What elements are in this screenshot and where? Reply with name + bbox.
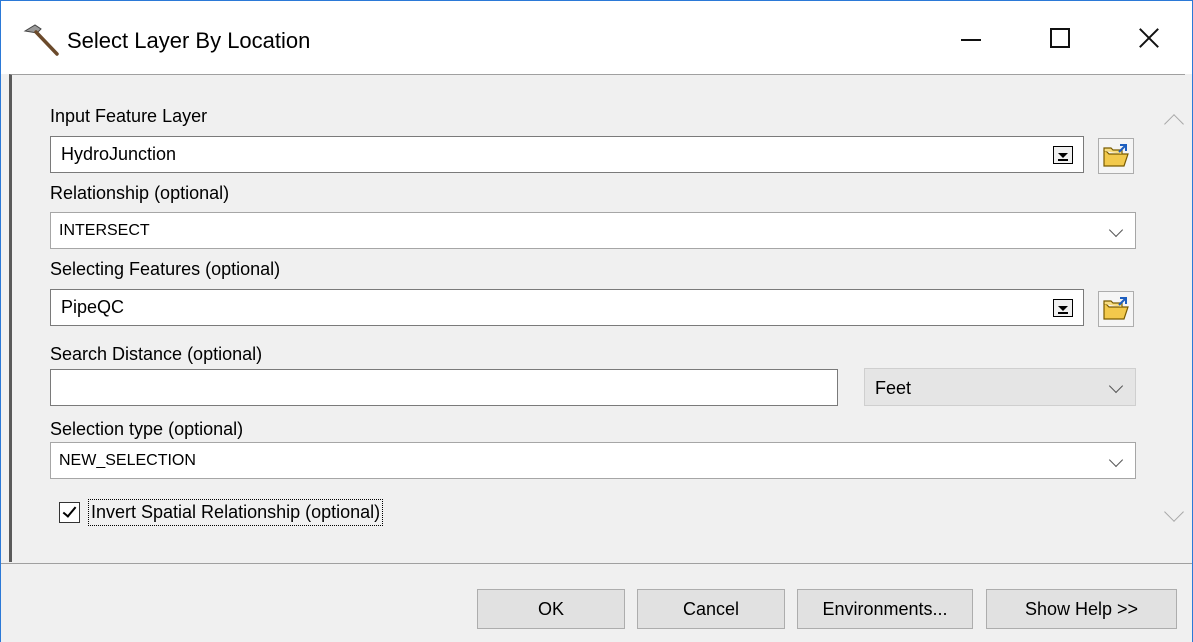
- chevron-down-icon: [1108, 222, 1124, 238]
- selecting-features-dropdown[interactable]: PipeQC: [50, 289, 1084, 326]
- chevron-down-icon: [1108, 452, 1124, 468]
- search-distance-input[interactable]: [50, 369, 838, 406]
- maximize-icon: [1049, 27, 1070, 48]
- selection-type-value: NEW_SELECTION: [59, 452, 196, 469]
- button-bar: OK Cancel Environments... Show Help >>: [1, 563, 1192, 642]
- relationship-value: INTERSECT: [59, 222, 150, 239]
- selection-type-dropdown[interactable]: NEW_SELECTION: [50, 442, 1136, 479]
- search-distance-label: Search Distance (optional): [50, 344, 263, 364]
- open-folder-icon: [1103, 144, 1129, 167]
- input-feature-layer-label: Input Feature Layer: [50, 106, 208, 126]
- close-button[interactable]: [1104, 1, 1193, 74]
- ok-button[interactable]: OK: [477, 589, 625, 629]
- title-bar[interactable]: Select Layer By Location: [1, 1, 1192, 74]
- parameters-panel: Input Feature Layer HydroJunction Relati…: [9, 74, 1185, 562]
- minimize-icon: [960, 38, 981, 41]
- cancel-button[interactable]: Cancel: [637, 589, 785, 629]
- scroll-down-icon[interactable]: [1164, 502, 1184, 522]
- invert-checkbox-label[interactable]: Invert Spatial Relationship (optional): [87, 499, 384, 526]
- selecting-features-label: Selecting Features (optional): [50, 259, 281, 279]
- open-folder-icon: [1103, 297, 1129, 320]
- close-icon: [1138, 27, 1160, 49]
- window-title: Select Layer By Location: [67, 28, 311, 53]
- search-distance-unit-dropdown[interactable]: Feet: [864, 368, 1136, 406]
- input-feature-layer-value: HydroJunction: [61, 144, 177, 164]
- environments-button[interactable]: Environments...: [797, 589, 973, 629]
- chevron-down-icon: [1108, 378, 1124, 394]
- relationship-label: Relationship (optional): [50, 183, 230, 203]
- scroll-up-icon[interactable]: [1164, 114, 1184, 134]
- invert-checkbox[interactable]: [59, 502, 80, 523]
- maximize-button[interactable]: [1015, 1, 1104, 74]
- vertical-scrollbar[interactable]: [1156, 77, 1192, 559]
- dialog-window: Select Layer By Location Input Feature L…: [0, 0, 1193, 642]
- browse-selecting-features-button[interactable]: [1098, 291, 1134, 327]
- dropdown-arrow-icon[interactable]: [1053, 146, 1073, 164]
- selecting-features-value: PipeQC: [61, 297, 125, 317]
- show-help-button[interactable]: Show Help >>: [986, 589, 1177, 629]
- relationship-dropdown[interactable]: INTERSECT: [50, 212, 1136, 249]
- dropdown-arrow-icon[interactable]: [1053, 299, 1073, 317]
- hammer-icon: [23, 24, 59, 56]
- input-feature-layer-dropdown[interactable]: HydroJunction: [50, 136, 1084, 173]
- search-distance-unit-value: Feet: [875, 378, 912, 398]
- minimize-button[interactable]: [926, 1, 1015, 74]
- selection-type-label: Selection type (optional): [50, 419, 244, 439]
- browse-input-layer-button[interactable]: [1098, 138, 1134, 174]
- checkmark-icon: [62, 503, 77, 518]
